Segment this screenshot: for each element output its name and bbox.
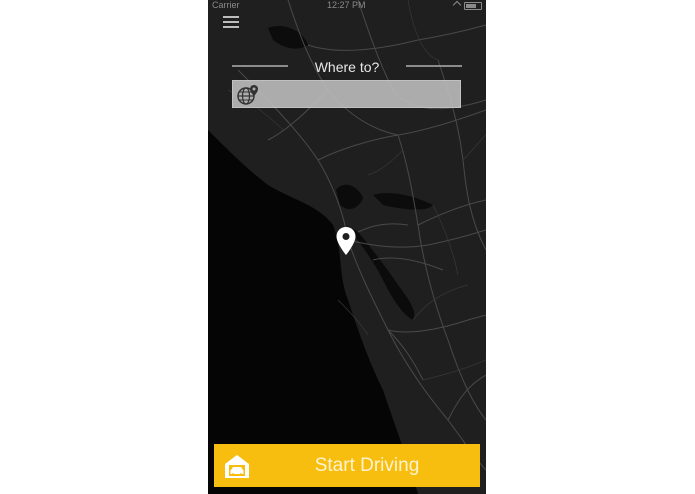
where-to-header: Where to? xyxy=(232,58,462,76)
start-driving-label: Start Driving xyxy=(314,455,420,476)
where-to-title: Where to? xyxy=(314,59,380,75)
status-time: 12:27 PM xyxy=(327,0,366,10)
status-bar: Carrier 12:27 PM xyxy=(208,0,486,12)
destination-search-bar[interactable] xyxy=(232,80,461,108)
title-divider-right xyxy=(406,65,462,67)
destination-input[interactable] xyxy=(265,84,459,106)
map-pin-icon[interactable] xyxy=(335,226,357,256)
carrier-label: Carrier xyxy=(212,0,240,10)
garage-car-icon xyxy=(225,455,249,478)
hamburger-menu-icon[interactable] xyxy=(223,16,239,28)
app-screen: Carrier 12:27 PM Where to? Start Driving xyxy=(208,0,486,494)
start-driving-button[interactable]: Start Driving xyxy=(214,444,480,487)
globe-pin-icon xyxy=(237,85,258,105)
battery-icon xyxy=(464,2,482,10)
location-arrow-icon xyxy=(452,0,462,10)
